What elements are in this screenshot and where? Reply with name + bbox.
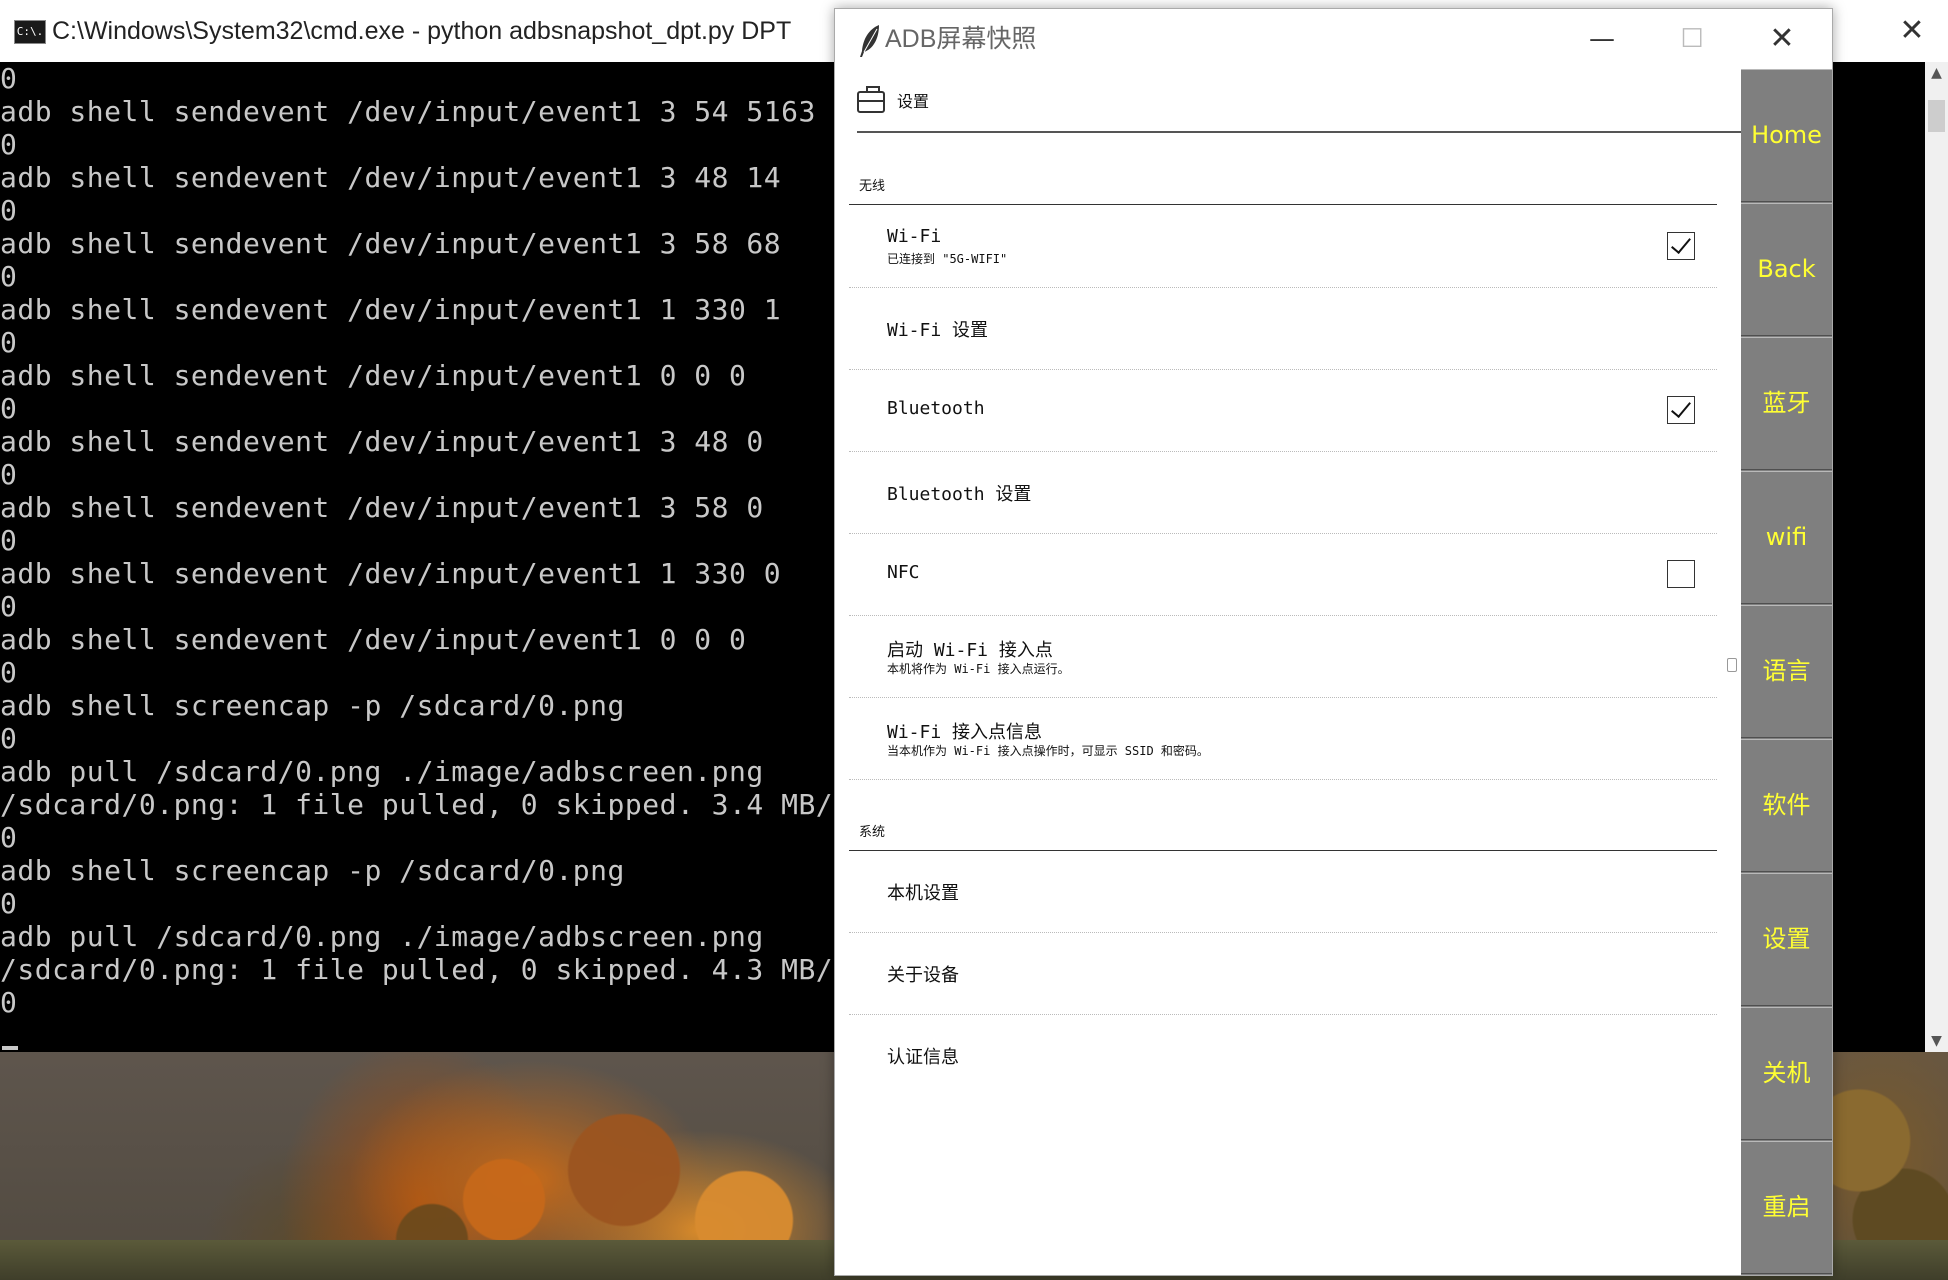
toolbox-icon — [857, 86, 885, 113]
side-button-panel: Home Back 蓝牙 wifi 语言 软件 设置 关机 重启 — [1741, 69, 1832, 1275]
settings-row[interactable]: 认证信息 — [849, 1015, 1717, 1097]
settings-row-label: 本机设置 — [887, 883, 959, 904]
minimize-button[interactable]: — — [1557, 9, 1647, 69]
side-button-重启[interactable]: 重启 — [1741, 1141, 1832, 1274]
cmd-cursor — [2, 1046, 18, 1050]
settings-row[interactable]: Wi-Fi 接入点信息 当本机作为 Wi-Fi 接入点操作时，可显示 SSID 和… — [849, 698, 1717, 780]
section-label: 系统 — [859, 825, 886, 840]
adb-titlebar[interactable]: ADB屏幕快照 — ☐ ✕ — [835, 9, 1832, 69]
settings-row-summary: 本机将作为 Wi-Fi 接入点运行。 — [887, 662, 1070, 676]
settings-row[interactable]: NFC — [849, 534, 1717, 616]
side-button-home[interactable]: Home — [1741, 69, 1832, 202]
scroll-down-arrow-icon[interactable]: ▼ — [1925, 1030, 1948, 1052]
screen-scroll-handle[interactable] — [1727, 658, 1737, 672]
settings-row-summary: 当本机作为 Wi-Fi 接入点操作时，可显示 SSID 和密码。 — [887, 744, 1209, 758]
side-button-wifi[interactable]: wifi — [1741, 471, 1832, 604]
settings-row-label: Wi-Fi — [887, 226, 942, 247]
side-button-设置[interactable]: 设置 — [1741, 873, 1832, 1006]
settings-row-label: 启动 Wi-Fi 接入点 — [887, 640, 1053, 661]
cmd-scrollbar[interactable]: ▲ ▼ — [1925, 62, 1948, 1052]
settings-row-summary: 已连接到 "5G-WIFI" — [887, 252, 1008, 266]
settings-row[interactable]: Bluetooth 设置 — [849, 452, 1717, 534]
settings-row-label: 认证信息 — [887, 1047, 959, 1068]
settings-row[interactable]: Wi-Fi 已连接到 "5G-WIFI" — [849, 206, 1717, 288]
side-button-蓝牙[interactable]: 蓝牙 — [1741, 337, 1832, 470]
maximize-button[interactable]: ☐ — [1647, 9, 1737, 69]
device-screen[interactable]: 设置 无线 Wi-Fi 已连接到 "5G-WIFI" Wi-Fi 设置 Bluetoo… — [835, 69, 1741, 1275]
settings-row-label: Wi-Fi 设置 — [887, 320, 989, 341]
cmd-window-title: C:\Windows\System32\cmd.exe - python adb… — [52, 17, 792, 45]
cmd-close-button[interactable]: ✕ — [1880, 0, 1944, 62]
feather-icon — [860, 25, 879, 57]
cmd-scroll-thumb[interactable] — [1928, 100, 1945, 132]
side-button-back[interactable]: Back — [1741, 203, 1832, 336]
page-title: 设置 — [897, 92, 930, 111]
side-button-关机[interactable]: 关机 — [1741, 1007, 1832, 1140]
section-label: 无线 — [859, 179, 886, 194]
settings-row-label: Wi-Fi 接入点信息 — [887, 722, 1043, 743]
close-button[interactable]: ✕ — [1737, 9, 1827, 69]
unchecked-checkbox[interactable] — [1667, 560, 1695, 588]
settings-row[interactable]: 关于设备 — [849, 933, 1717, 1015]
checked-checkbox[interactable] — [1667, 232, 1695, 260]
settings-row-label: Bluetooth — [887, 398, 985, 419]
side-button-语言[interactable]: 语言 — [1741, 605, 1832, 738]
scroll-up-arrow-icon[interactable]: ▲ — [1925, 62, 1948, 84]
settings-row-label: 关于设备 — [887, 965, 959, 986]
settings-row-label: NFC — [887, 562, 920, 583]
cmd-app-icon: C:\. — [14, 20, 46, 44]
settings-row[interactable]: 本机设置 — [849, 851, 1717, 933]
side-button-软件[interactable]: 软件 — [1741, 739, 1832, 872]
adb-snapshot-window: ADB屏幕快照 — ☐ ✕ 设置 无线 Wi-Fi 已连接到 "5G-WIFI" W… — [834, 8, 1833, 1276]
adb-window-title: ADB屏幕快照 — [885, 25, 1037, 53]
settings-header: 设置 — [857, 85, 1741, 133]
checked-checkbox[interactable] — [1667, 396, 1695, 424]
settings-row[interactable]: Wi-Fi 设置 — [849, 288, 1717, 370]
settings-row[interactable]: 启动 Wi-Fi 接入点 本机将作为 Wi-Fi 接入点运行。 — [849, 616, 1717, 698]
settings-row-label: Bluetooth 设置 — [887, 484, 1032, 505]
settings-row[interactable]: Bluetooth — [849, 370, 1717, 452]
section-header-system: 系统 — [849, 811, 1717, 851]
section-header-wireless: 无线 — [849, 165, 1717, 205]
